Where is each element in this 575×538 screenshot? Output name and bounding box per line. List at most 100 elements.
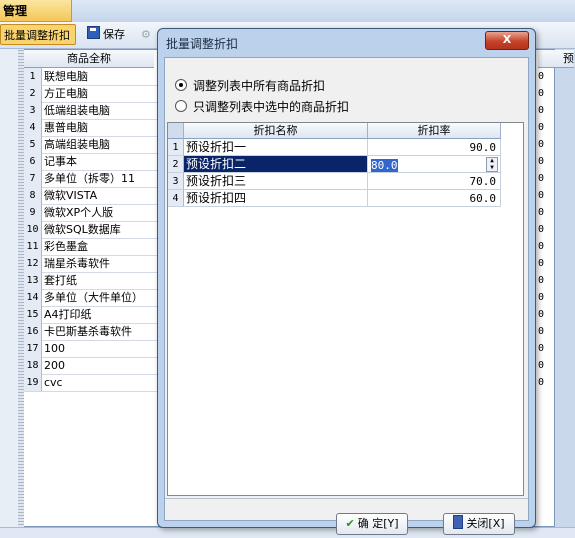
column-header-product-name[interactable]: 商品全称 (24, 50, 154, 68)
radio-checked-icon (175, 79, 187, 91)
toolbar-more-icon[interactable]: ⚙ (138, 24, 154, 45)
column-header-right[interactable]: 预 (538, 50, 574, 68)
list-item[interactable]: 1 联想电脑 (24, 68, 159, 86)
right-column-cell: 0 (538, 190, 545, 201)
radio-adjust-all[interactable]: 调整列表中所有商品折扣 (175, 78, 325, 94)
right-column-cell: 0 (538, 292, 545, 303)
discount-name-cell-selected[interactable]: 预设折扣二 (184, 156, 368, 173)
row-number: 4 (168, 190, 184, 207)
exit-door-icon (453, 515, 464, 529)
table-row[interactable]: 3 预设折扣三 70.0 (168, 173, 501, 190)
list-item[interactable]: 18 200 (24, 357, 159, 375)
radio-adjust-selected-label: 只调整列表中选中的商品折扣 (193, 100, 350, 114)
list-item[interactable]: 9 微软XP个人版 (24, 204, 159, 222)
list-item[interactable]: 17 100 (24, 340, 159, 358)
right-column-cell: 0 (538, 71, 545, 82)
product-name: 惠普电脑 (44, 121, 88, 134)
radio-unchecked-icon (175, 100, 187, 112)
list-item[interactable]: 13 套打纸 (24, 272, 159, 290)
product-name: 微软SQL数据库 (44, 223, 121, 236)
row-number: 10 (24, 221, 42, 238)
product-name: A4打印纸 (44, 308, 92, 321)
list-item[interactable]: 16 卡巴斯基杀毒软件 (24, 323, 159, 341)
discount-table: 折扣名称 折扣率 1 预设折扣一 90.0 2 预设折扣二 80.0 ▲ ▼ 3… (167, 122, 524, 496)
right-column-cell: 0 (538, 173, 545, 184)
discount-name-cell[interactable]: 预设折扣四 (184, 190, 368, 207)
product-name: 100 (44, 342, 65, 355)
discount-rate-cell[interactable]: 60.0 (368, 190, 501, 207)
dialog-title: 批量调整折扣 (166, 37, 239, 51)
close-button-label: 关闭[X] (466, 517, 505, 530)
save-button[interactable]: 保存 (84, 24, 134, 45)
column-header-discount-name[interactable]: 折扣名称 (184, 123, 368, 139)
right-column-cell: 0 (538, 326, 545, 337)
discount-rate-cell-editing[interactable]: 80.0 ▲ ▼ (368, 156, 501, 173)
discount-rate-edit-value: 80.0 (371, 159, 398, 172)
dialog-close-button[interactable]: X (485, 31, 529, 50)
discount-rate-cell[interactable]: 70.0 (368, 173, 501, 190)
list-item[interactable]: 3 低端组装电脑 (24, 102, 159, 120)
row-number: 7 (24, 170, 42, 187)
product-name: cvc (44, 376, 63, 389)
row-number: 2 (168, 156, 184, 173)
discount-name-cell[interactable]: 预设折扣一 (184, 139, 368, 156)
discount-rate-spin-input[interactable]: 80.0 (369, 157, 489, 172)
product-name: 瑞星杀毒软件 (44, 257, 110, 270)
list-item[interactable]: 4 惠普电脑 (24, 119, 159, 137)
product-name: 卡巴斯基杀毒软件 (44, 325, 132, 338)
row-number: 14 (24, 289, 42, 306)
list-item[interactable]: 14 多单位（大件单位） (24, 289, 159, 307)
radio-adjust-selected[interactable]: 只调整列表中选中的商品折扣 (175, 99, 349, 115)
product-name: 套打纸 (44, 274, 77, 287)
list-item[interactable]: 15 A4打印纸 (24, 306, 159, 324)
list-item[interactable]: 12 瑞星杀毒软件 (24, 255, 159, 273)
list-item[interactable]: 19 cvc (24, 374, 159, 392)
product-name: 记事本 (44, 155, 77, 168)
row-number: 18 (24, 357, 42, 374)
row-number: 4 (24, 119, 42, 136)
batch-discount-dialog: 批量调整折扣 X 调整列表中所有商品折扣 只调整列表中选中的商品折扣 折扣名称 … (157, 28, 536, 535)
discount-rate-cell[interactable]: 90.0 (368, 139, 501, 156)
column-header-discount-rate[interactable]: 折扣率 (368, 123, 501, 139)
list-item[interactable]: 2 方正电脑 (24, 85, 159, 103)
right-column-cell: 0 (538, 309, 545, 320)
list-item[interactable]: 5 高端组装电脑 (24, 136, 159, 154)
product-name: 微软VISTA (44, 189, 98, 202)
table-row[interactable]: 2 预设折扣二 80.0 ▲ ▼ (168, 156, 501, 173)
product-name: 200 (44, 359, 65, 372)
spin-down-icon[interactable]: ▼ (487, 165, 497, 171)
list-item[interactable]: 8 微软VISTA (24, 187, 159, 205)
list-item[interactable]: 7 多单位（拆零）11 (24, 170, 159, 188)
close-button[interactable]: 关闭[X] (443, 513, 515, 535)
row-number: 17 (24, 340, 42, 357)
discount-name-cell[interactable]: 预设折扣三 (184, 173, 368, 190)
batch-discount-button[interactable]: 批量调整折扣 (0, 24, 76, 45)
ok-button[interactable]: ✔ 确 定[Y] (336, 513, 408, 535)
right-column-cell: 0 (538, 360, 545, 371)
table-row[interactable]: 1 预设折扣一 90.0 (168, 139, 501, 156)
list-item[interactable]: 10 微软SQL数据库 (24, 221, 159, 239)
right-column-cell: 0 (538, 258, 545, 269)
right-column-cell: 0 (538, 275, 545, 286)
table-row[interactable]: 4 预设折扣四 60.0 (168, 190, 501, 207)
product-name: 微软XP个人版 (44, 206, 114, 219)
dialog-body: 调整列表中所有商品折扣 只调整列表中选中的商品折扣 折扣名称 折扣率 1 预设折… (164, 57, 529, 535)
row-number: 6 (24, 153, 42, 170)
spinner[interactable]: ▲ ▼ (486, 157, 498, 172)
row-number: 1 (24, 68, 42, 85)
right-column-cell: 0 (538, 105, 545, 116)
row-number: 16 (24, 323, 42, 340)
radio-adjust-all-label: 调整列表中所有商品折扣 (193, 79, 326, 93)
right-column-cell: 0 (538, 224, 545, 235)
row-number: 12 (24, 255, 42, 272)
row-number: 1 (168, 139, 184, 156)
ok-button-label: 确 定[Y] (357, 517, 399, 530)
table-corner[interactable] (168, 123, 184, 139)
row-number: 19 (24, 374, 42, 391)
row-number: 13 (24, 272, 42, 289)
list-item[interactable]: 11 彩色墨盒 (24, 238, 159, 256)
row-number: 9 (24, 204, 42, 221)
row-number: 3 (24, 102, 42, 119)
product-name: 高端组装电脑 (44, 138, 110, 151)
list-item[interactable]: 6 记事本 (24, 153, 159, 171)
